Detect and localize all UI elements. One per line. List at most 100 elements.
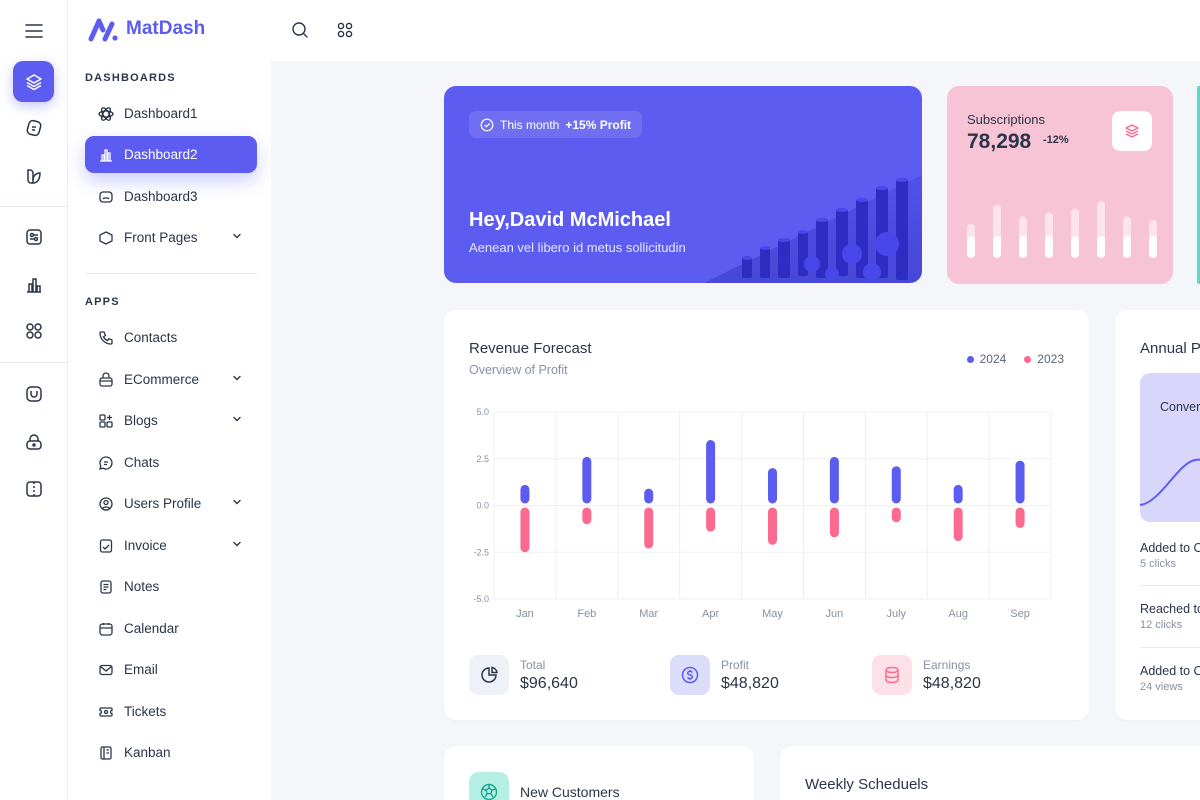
y-tick-label: 2.5 <box>476 454 489 464</box>
sidebar-item-label: Dashboard1 <box>124 106 198 121</box>
new-customers-title: New Customers <box>520 784 620 800</box>
annual-divider <box>1140 585 1200 586</box>
grid-apps-icon[interactable] <box>13 310 54 351</box>
bar-2023 <box>520 507 530 553</box>
bar-2023 <box>891 507 901 523</box>
annual-profit-card: Annual P Conver Added to C5 clicks Reach… <box>1115 310 1200 720</box>
sidebar-item-invoice[interactable]: Invoice <box>85 527 257 564</box>
subscription-bar <box>1045 236 1053 258</box>
chevron-down-icon <box>233 541 241 547</box>
revenue-forecast-card: Revenue Forecast Overview of Profit 2024… <box>444 310 1089 720</box>
layers-icon[interactable] <box>13 61 54 102</box>
notes-icon <box>98 579 114 595</box>
sidebar-item-label: Dashboard3 <box>124 189 198 204</box>
x-tick-label: Aug <box>948 608 968 620</box>
leaf-icon[interactable] <box>13 155 54 196</box>
subscriptions-card: Subscriptions 78,298 -12% <box>947 86 1173 284</box>
sidebar-item-users-profile[interactable]: Users Profile <box>85 485 257 522</box>
ticket-icon <box>98 704 114 720</box>
stat-label: Total <box>520 657 546 672</box>
sidebar-item-chats[interactable]: Chats <box>85 444 257 481</box>
conversion-label: Conver <box>1160 400 1200 414</box>
sidebar-item-dashboard1[interactable]: Dashboard1 <box>85 95 257 132</box>
icon-rail <box>0 0 68 800</box>
sidebar-item-label: Contacts <box>124 330 178 345</box>
x-tick-label: Apr <box>702 608 719 620</box>
sidebar-divider <box>85 273 257 274</box>
bar-2023 <box>829 507 839 538</box>
split-layout-icon[interactable] <box>13 468 54 509</box>
main-content: This month +15% Profit Hey,David McMicha… <box>271 61 1200 800</box>
bar-2024 <box>768 468 777 504</box>
legend-item-2023[interactable]: 2023 <box>1024 352 1064 366</box>
sidebar-item-label: Chats <box>124 455 160 470</box>
database-icon <box>872 655 912 695</box>
badge-value: +15% Profit <box>565 117 632 132</box>
chevron-down-icon <box>233 233 241 239</box>
bar-chart-icon[interactable] <box>13 264 54 305</box>
sidebar-item-calendar[interactable]: Calendar <box>85 610 257 647</box>
sidebar-item-label: Calendar <box>124 621 179 636</box>
conversion-box: Conver <box>1140 373 1200 522</box>
sidebar-item-kanban[interactable]: Kanban <box>85 734 257 771</box>
subscription-bar <box>1097 236 1105 258</box>
subscription-bar <box>1149 236 1157 258</box>
bar-2023 <box>644 507 654 549</box>
sidebar-item-label: Email <box>124 662 158 677</box>
phone-icon <box>98 330 114 346</box>
stat-label: Earnings <box>923 657 971 672</box>
conversion-sparkline <box>1140 458 1200 506</box>
sidebar-item-tickets[interactable]: Tickets <box>85 693 257 730</box>
annual-item: Added to C5 clicks <box>1140 541 1200 570</box>
apps-grid-icon[interactable] <box>336 21 354 44</box>
sidebar-item-blogs[interactable]: Blogs <box>85 402 257 439</box>
chevron-down-icon <box>233 375 241 381</box>
search-icon[interactable] <box>291 21 309 44</box>
sliders-icon[interactable] <box>13 216 54 257</box>
kanban-icon <box>98 745 114 761</box>
pie-chart-icon <box>469 655 509 695</box>
x-tick-label: July <box>886 608 906 620</box>
legend-item-2024[interactable]: 2024 <box>966 352 1006 366</box>
sidebar-item-ecommerce[interactable]: ECommerce <box>85 361 257 398</box>
rail-divider <box>0 206 68 207</box>
sidebar-item-notes[interactable]: Notes <box>85 568 257 605</box>
lock-icon[interactable] <box>13 421 54 462</box>
stat-value: $48,820 <box>721 674 779 692</box>
ux-icon[interactable] <box>13 373 54 414</box>
brand[interactable]: MatDash <box>88 16 205 42</box>
bar-2024 <box>644 488 654 504</box>
bar-2023 <box>706 507 716 532</box>
logo-icon <box>88 18 118 42</box>
check-circle-icon <box>480 118 494 131</box>
sidebar-item-dashboard2[interactable]: Dashboard2 <box>85 136 257 173</box>
bar-2024 <box>829 456 839 504</box>
new-customers-card: New Customers <box>444 746 754 800</box>
apps-tag-icon[interactable] <box>13 107 54 148</box>
menu-toggle-icon[interactable] <box>13 10 54 51</box>
stat-value: $48,820 <box>923 674 981 692</box>
sidebar-item-email[interactable]: Email <box>85 651 257 688</box>
sidebar-item-label: Notes <box>124 579 160 594</box>
rail-divider <box>0 362 68 363</box>
bar-2023 <box>768 507 777 545</box>
welcome-subtitle: Aenean vel libero id metus sollicitudin <box>469 240 686 255</box>
weekly-title: Weekly Scheduels <box>805 776 929 793</box>
revenue-subtitle: Overview of Profit <box>469 363 568 377</box>
mail-icon <box>98 662 114 678</box>
sidebar-item-dashboard3[interactable]: Dashboard3 <box>85 178 257 215</box>
sidebar-item-label: Blogs <box>124 413 158 428</box>
chevron-down-icon <box>233 416 241 422</box>
subscription-bar <box>967 236 975 258</box>
stat-profit: Profit $48,820 <box>670 655 779 695</box>
profit-badge: This month +15% Profit <box>469 111 643 138</box>
atom-icon <box>98 106 114 122</box>
annual-title: Annual P <box>1140 340 1200 357</box>
sidebar-item-contacts[interactable]: Contacts <box>85 319 257 356</box>
x-tick-label: Jun <box>826 608 844 620</box>
sidebar-item-label: Users Profile <box>124 496 202 511</box>
sidebar-item-label: Tickets <box>124 704 167 719</box>
sidebar-item-front-pages[interactable]: Front Pages <box>85 219 257 256</box>
revenue-chart: 5.0 2.5 0.0 -2.5 -5.0 Jan Feb Mar Apr May Jun July A… <box>473 407 1052 620</box>
bar-2024 <box>582 456 592 504</box>
